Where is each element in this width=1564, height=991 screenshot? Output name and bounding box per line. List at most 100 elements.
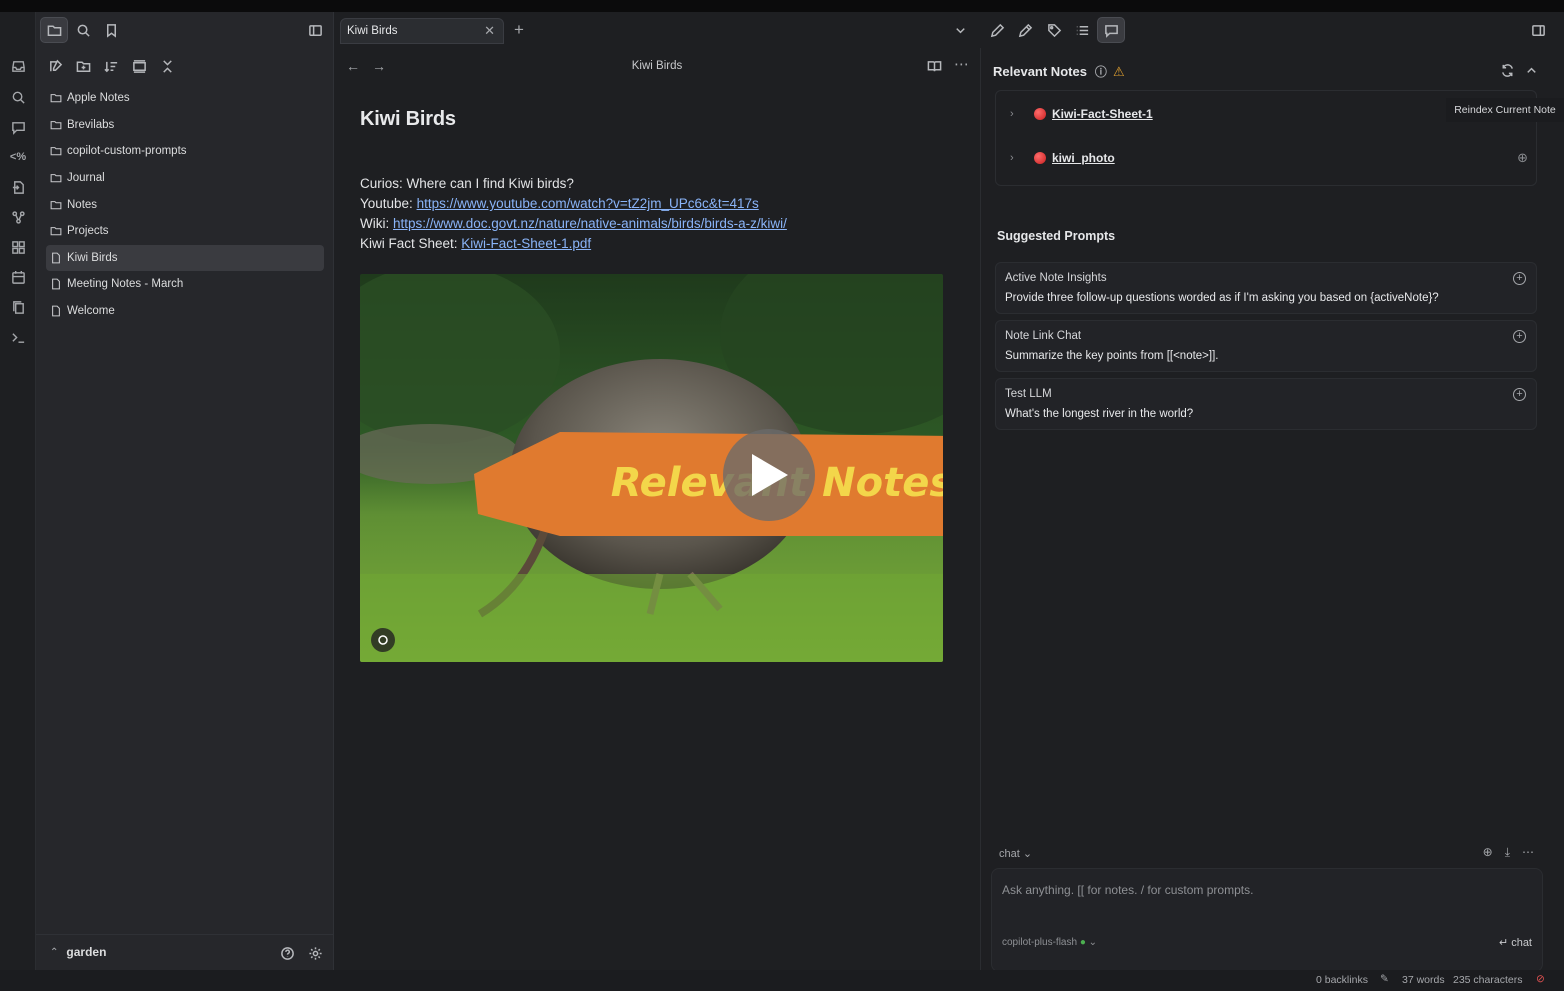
relevant-note-row[interactable]: › kiwi_photo ⊕: [996, 136, 1538, 180]
factsheet-link[interactable]: Kiwi-Fact-Sheet-1.pdf: [461, 236, 591, 251]
calendar-icon[interactable]: [8, 267, 28, 287]
new-folder-icon[interactable]: [69, 53, 97, 79]
reading-view-book-icon[interactable]: [920, 53, 948, 79]
send-chat-button[interactable]: ↵ chat: [1499, 936, 1532, 949]
plugin-brush-icon[interactable]: [983, 17, 1011, 43]
chevron-right-icon[interactable]: ›: [1010, 152, 1014, 164]
more-options-icon[interactable]: ⋯: [954, 55, 969, 73]
tree-item-label: Meeting Notes - March: [67, 278, 184, 291]
relevant-note-link[interactable]: Kiwi-Fact-Sheet-1: [1052, 107, 1153, 121]
left-ribbon: <%: [0, 12, 36, 970]
folder-item[interactable]: Notes: [46, 191, 324, 218]
plugin-brush-alt-icon[interactable]: [1011, 17, 1039, 43]
search-icon[interactable]: [69, 17, 97, 43]
chevron-right-icon[interactable]: ›: [1010, 108, 1014, 120]
collapse-chevron-up-icon[interactable]: [1517, 57, 1545, 83]
add-prompt-plus-icon[interactable]: +: [1513, 272, 1526, 285]
vault-switcher[interactable]: ⌃ garden: [50, 945, 106, 959]
folder-icon: [50, 199, 67, 211]
wiki-link[interactable]: https://www.doc.govt.nz/nature/native-an…: [393, 216, 787, 231]
folder-item[interactable]: Apple Notes: [46, 85, 324, 112]
graph-icon[interactable]: [8, 207, 28, 227]
kiwi-photo: Relevant Notes: [360, 274, 943, 662]
copilot-chat-icon[interactable]: [1097, 17, 1125, 43]
chat-input-placeholder[interactable]: Ask anything. [[ for notes. / for custom…: [1002, 883, 1253, 897]
sync-off-icon[interactable]: ⊘: [1536, 973, 1545, 985]
copy-icon[interactable]: [8, 297, 28, 317]
tab-bar: Kiwi Birds ✕ +: [334, 12, 1564, 48]
search-icon[interactable]: [8, 87, 28, 107]
file-item[interactable]: Meeting Notes - March: [46, 271, 324, 298]
folder-item[interactable]: Brevilabs: [46, 112, 324, 139]
files-folder-icon[interactable]: [40, 17, 68, 43]
suggested-prompt-card[interactable]: Active Note Insights Provide three follow…: [995, 262, 1537, 314]
relevant-note-link[interactable]: kiwi_photo: [1052, 151, 1115, 165]
suggested-prompt-card[interactable]: Note Link Chat Summarize the key points f…: [995, 320, 1537, 372]
tree-item-label: Notes: [67, 198, 98, 211]
file-import-icon[interactable]: [8, 177, 28, 197]
add-prompt-plus-icon[interactable]: +: [1513, 388, 1526, 401]
file-item[interactable]: Kiwi Birds: [46, 244, 324, 272]
collapse-all-icon[interactable]: [153, 53, 181, 79]
new-note-icon[interactable]: [41, 53, 69, 79]
youtube-link[interactable]: https://www.youtube.com/watch?v=tZ2jm_UP…: [417, 196, 759, 211]
chevron-updown-icon: ⌃: [50, 946, 59, 958]
edit-pencil-icon[interactable]: ✎: [1380, 973, 1389, 985]
auto-reveal-icon[interactable]: [125, 53, 153, 79]
note-body[interactable]: Curios: Where can I find Kiwi birds? You…: [360, 174, 787, 254]
tree-item-label: Apple Notes: [67, 92, 130, 105]
save-download-icon[interactable]: ⤓: [1505, 845, 1510, 860]
model-selector[interactable]: copilot-plus-flash ● ⌄: [1002, 937, 1097, 948]
prompt-title: Active Note Insights: [1005, 272, 1107, 284]
folder-item[interactable]: copilot-custom-prompts: [46, 138, 324, 165]
folder-icon: [50, 172, 67, 184]
suggested-prompt-card[interactable]: Test LLM What's the longest river in the …: [995, 378, 1537, 430]
folder-icon: [50, 145, 67, 157]
grid-icon[interactable]: [8, 237, 28, 257]
suggested-prompts-title: Suggested Prompts: [997, 229, 1116, 243]
inbox-icon[interactable]: [8, 56, 28, 76]
bookmark-icon[interactable]: [97, 17, 125, 43]
sidebar-toggle-icon[interactable]: [301, 17, 329, 43]
chat-icon[interactable]: [8, 117, 28, 137]
editor-header-title: Kiwi Birds: [631, 60, 683, 72]
factsheet-label: Kiwi Fact Sheet:: [360, 236, 462, 251]
sort-icon[interactable]: [97, 53, 125, 79]
chat-input-box[interactable]: Ask anything. [[ for notes. / for custom…: [991, 868, 1543, 972]
settings-gear-icon[interactable]: [301, 940, 329, 966]
chat-mode-label: chat: [999, 848, 1020, 860]
close-icon[interactable]: ✕: [484, 23, 495, 39]
percent-code-icon[interactable]: <%: [8, 147, 28, 167]
right-sidebar-toggle-icon[interactable]: [1524, 17, 1552, 43]
tab-list-chevron-down-icon[interactable]: [946, 17, 974, 43]
add-to-chat-icon[interactable]: ⊕: [1517, 150, 1528, 166]
file-item[interactable]: Welcome: [46, 298, 324, 325]
new-tab-plus-icon[interactable]: +: [514, 20, 524, 40]
file-icon: [50, 252, 67, 264]
chevron-down-icon: ⌄: [1088, 937, 1098, 948]
backlinks-count[interactable]: 0 backlinks: [1316, 974, 1368, 986]
terminal-icon[interactable]: [8, 327, 28, 347]
outline-list-icon[interactable]: [1068, 17, 1096, 43]
chat-mode-select[interactable]: chat ⌄: [999, 847, 1032, 860]
note-status-dot-icon: [1034, 108, 1046, 120]
youtube-label: Youtube:: [360, 196, 417, 211]
window-top-bar: [0, 0, 1564, 12]
note-title[interactable]: Kiwi Birds: [360, 108, 456, 131]
info-icon[interactable]: ⓘ: [1095, 63, 1107, 80]
character-count: 235 characters: [1453, 974, 1523, 986]
add-prompt-plus-icon[interactable]: +: [1513, 330, 1526, 343]
folder-item[interactable]: Projects: [46, 218, 324, 245]
note-line-wiki: Wiki: https://www.doc.govt.nz/nature/nat…: [360, 214, 787, 234]
folder-item[interactable]: Journal: [46, 165, 324, 192]
prompt-text: Provide three follow-up questions worded…: [1005, 292, 1439, 304]
new-chat-icon[interactable]: ⊕: [1483, 845, 1493, 860]
help-icon[interactable]: [273, 940, 301, 966]
tags-icon[interactable]: [1040, 17, 1068, 43]
screenshot-lens-icon[interactable]: [371, 628, 395, 652]
warning-icon[interactable]: ⚠: [1113, 64, 1125, 80]
more-options-icon[interactable]: ⋯: [1522, 845, 1534, 860]
chat-toolbar: ⊕ ⤓ ⋯: [1483, 845, 1534, 860]
tab-kiwi-birds[interactable]: Kiwi Birds ✕: [340, 18, 504, 44]
kiwi-photo-embed[interactable]: Relevant Notes: [360, 274, 943, 662]
